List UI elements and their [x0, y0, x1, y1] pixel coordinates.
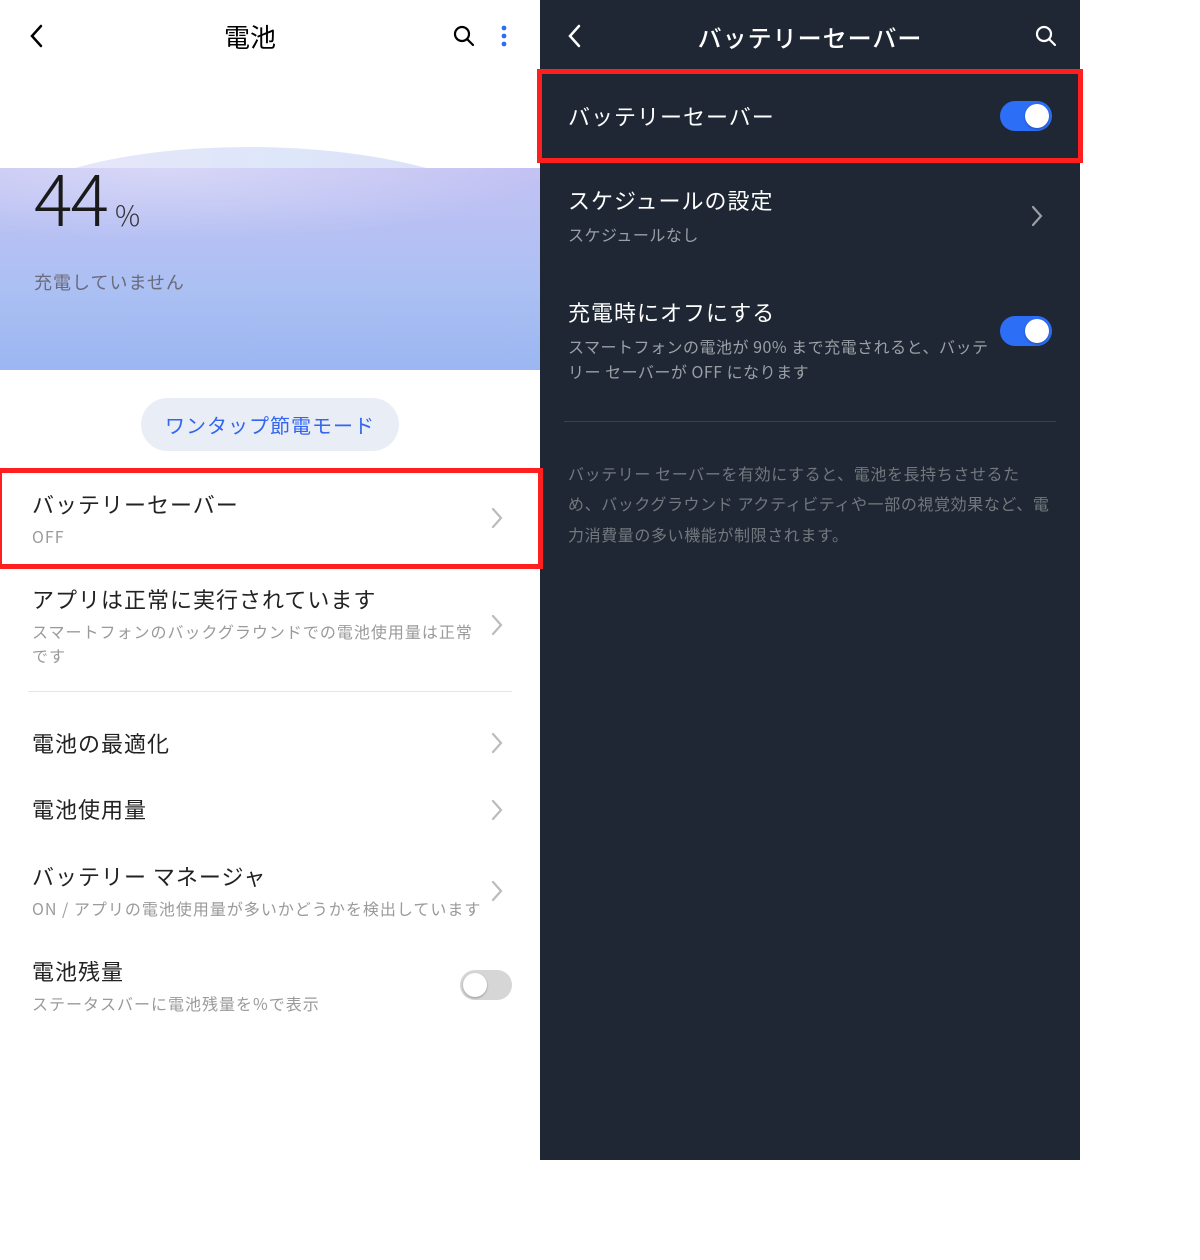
- row-battery-manager[interactable]: バッテリー マネージャ ON / アプリの電池使用量が多いかどうかを検出していま…: [0, 843, 540, 938]
- row-title: 電池使用量: [32, 794, 482, 825]
- chevron-right-icon: [482, 614, 512, 636]
- row-subtitle: ステータスバーに電池残量を%で表示: [32, 991, 460, 1015]
- search-icon: [1034, 24, 1058, 48]
- pill-row: ワンタップ節電モード: [0, 370, 540, 471]
- toggle-off-when-charged[interactable]: [1000, 316, 1052, 346]
- toggle-battery-saver[interactable]: [1000, 101, 1052, 131]
- more-button[interactable]: [484, 24, 524, 48]
- row-subtitle: ON / アプリの電池使用量が多いかどうかを検出しています: [32, 896, 482, 920]
- back-button[interactable]: [16, 24, 56, 48]
- row-title: スケジュールの設定: [568, 184, 1022, 216]
- charging-status: 充電していません: [0, 247, 540, 295]
- one-tap-power-save-button[interactable]: ワンタップ節電モード: [141, 398, 399, 451]
- toggle-knob: [1025, 319, 1049, 343]
- toggle-knob: [1025, 104, 1049, 128]
- chevron-right-icon: [482, 732, 512, 754]
- row-battery-usage[interactable]: 電池使用量: [0, 776, 540, 843]
- battery-saver-description: バッテリー セーバーを有効にすると、電池を長持ちさせるため、バックグラウンド ア…: [540, 446, 1080, 561]
- search-button[interactable]: [1026, 24, 1066, 48]
- chevron-left-icon: [29, 24, 43, 48]
- page-title: バッテリーセーバー: [594, 19, 1026, 54]
- row-battery-remaining[interactable]: 電池残量 ステータスバーに電池残量を%で表示: [0, 938, 540, 1033]
- header: バッテリーセーバー: [540, 0, 1080, 72]
- row-apps-running[interactable]: アプリは正常に実行されています スマートフォンのバックグラウンドでの電池使用量は…: [0, 566, 540, 685]
- chevron-right-icon: [482, 880, 512, 902]
- row-battery-saver[interactable]: バッテリーセーバー OFF: [0, 471, 540, 566]
- back-button[interactable]: [554, 24, 594, 48]
- battery-settings-screen: 電池 44% 充電していません ワンタップ節電モード バッテリーセーバー OFF: [0, 0, 540, 1160]
- row-subtitle: スケジュールなし: [568, 222, 1022, 248]
- chevron-right-icon: [482, 507, 512, 529]
- battery-percent-unit: %: [115, 195, 138, 235]
- row-title: 充電時にオフにする: [568, 296, 1000, 328]
- toggle-battery-percent[interactable]: [460, 970, 512, 1000]
- row-title: バッテリーセーバー: [568, 100, 1000, 132]
- search-button[interactable]: [444, 24, 484, 48]
- header: 電池: [0, 0, 540, 72]
- divider: [564, 421, 1056, 422]
- row-battery-optimization[interactable]: 電池の最適化: [0, 710, 540, 777]
- row-title: アプリは正常に実行されています: [32, 584, 482, 615]
- chevron-right-icon: [482, 799, 512, 821]
- row-title: 電池残量: [32, 956, 460, 987]
- divider: [28, 691, 512, 692]
- more-vertical-icon: [500, 24, 508, 48]
- row-schedule[interactable]: スケジュールの設定 スケジュールなし: [540, 160, 1080, 272]
- battery-percent: 44%: [34, 142, 138, 247]
- toggle-knob: [463, 973, 487, 997]
- page-title: 電池: [56, 18, 444, 55]
- battery-percent-value: 44: [34, 142, 107, 247]
- chevron-right-icon: [1022, 205, 1052, 227]
- row-subtitle: スマートフォンの電池が 90% まで充電されると、バッテリー セーバーが OFF…: [568, 334, 1000, 385]
- row-subtitle: OFF: [32, 524, 482, 548]
- row-title: バッテリーセーバー: [32, 489, 482, 520]
- row-title: 電池の最適化: [32, 728, 482, 759]
- battery-hero: 44% 充電していません: [0, 72, 540, 370]
- row-subtitle: スマートフォンのバックグラウンドでの電池使用量は正常です: [32, 619, 482, 667]
- search-icon: [452, 24, 476, 48]
- chevron-left-icon: [567, 24, 581, 48]
- row-off-when-charged[interactable]: 充電時にオフにする スマートフォンの電池が 90% まで充電されると、バッテリー…: [540, 272, 1080, 409]
- settings-list: バッテリーセーバー OFF アプリは正常に実行されています スマートフォンのバッ…: [0, 471, 540, 1033]
- battery-saver-screen: バッテリーセーバー バッテリーセーバー スケジュールの設定 スケジュールなし 充…: [540, 0, 1080, 1160]
- row-title: バッテリー マネージャ: [32, 861, 482, 892]
- row-battery-saver-toggle[interactable]: バッテリーセーバー: [540, 72, 1080, 160]
